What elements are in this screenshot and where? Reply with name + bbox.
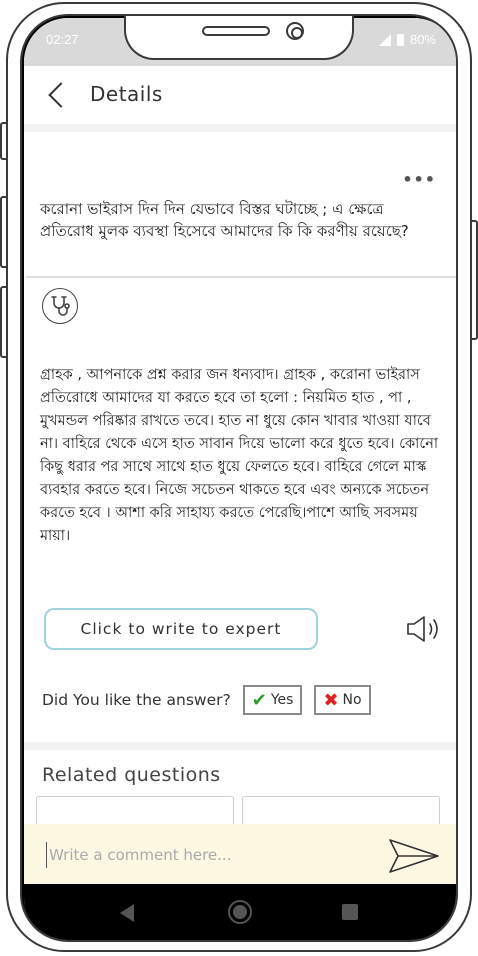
feedback-row: Did You like the answer? ✔ Yes ✖ No: [42, 684, 383, 716]
notch: [124, 16, 354, 60]
write-to-expert-button[interactable]: Click to write to expert: [44, 608, 318, 650]
section-divider: [24, 124, 456, 132]
side-button: [0, 196, 6, 268]
check-icon: ✔: [251, 689, 267, 711]
no-label: No: [342, 692, 362, 708]
more-dots-icon[interactable]: •••: [402, 170, 436, 189]
screen: 02:27 80% Details ••• করোনা ভাইরাস দিন দ…: [24, 18, 456, 940]
section-divider: [24, 742, 456, 750]
phone-body: 02:27 80% Details ••• করোনা ভাইরাস দিন দ…: [20, 14, 458, 942]
stethoscope-icon: [42, 288, 78, 324]
comment-input[interactable]: [46, 842, 366, 868]
yes-button[interactable]: ✔ Yes: [242, 685, 303, 715]
question-text: করোনা ভাইরাস দিন দিন যেভাবে বিস্তর ঘটাচ্…: [40, 200, 409, 240]
power-button: [472, 220, 478, 340]
question-divider: [26, 276, 456, 278]
speaker-icon[interactable]: [404, 614, 448, 644]
related-questions-title: Related questions: [42, 764, 221, 786]
earpiece: [202, 26, 270, 36]
feedback-question: Did You like the answer?: [42, 691, 231, 709]
status-time: 02:27: [46, 32, 79, 47]
page-title: Details: [90, 82, 163, 106]
yes-label: Yes: [270, 692, 294, 708]
side-button: [0, 122, 6, 160]
nav-home-icon[interactable]: [228, 900, 252, 924]
no-button[interactable]: ✖ No: [314, 685, 371, 715]
nav-recent-icon[interactable]: [342, 904, 358, 920]
side-button: [0, 286, 6, 358]
answer-text: গ্রাহক , আপনাকে প্রশ্ন করার জন ধন্যবাদ। …: [40, 367, 439, 544]
system-nav-bar: [24, 884, 456, 940]
battery-icon: [396, 33, 404, 46]
app-header: Details: [24, 66, 456, 124]
battery-level: 80%: [409, 32, 436, 47]
chevron-left-icon[interactable]: [48, 82, 74, 108]
camera-icon: [286, 22, 304, 40]
send-icon[interactable]: [388, 836, 440, 876]
nav-back-icon[interactable]: [120, 904, 134, 922]
status-indicators: 80%: [378, 32, 436, 47]
signal-icon: [378, 33, 391, 46]
close-icon: ✖: [323, 689, 339, 711]
comment-bar: [24, 824, 456, 884]
